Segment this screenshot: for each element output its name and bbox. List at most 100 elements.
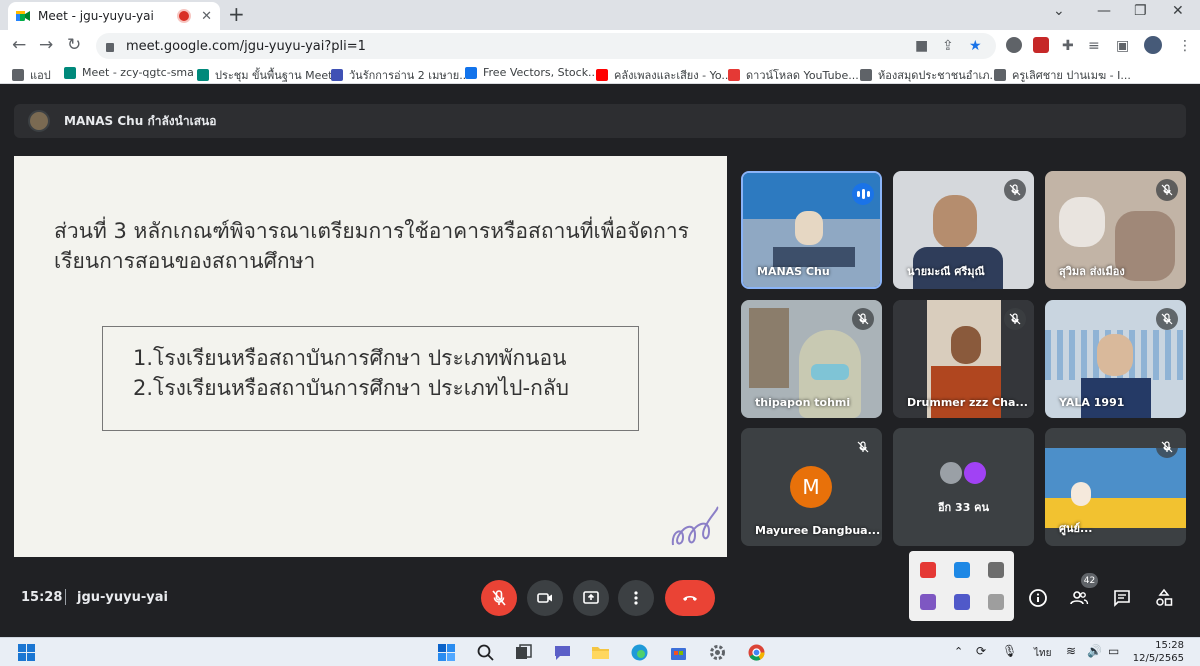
globe-icon [860, 69, 872, 81]
profile-avatar[interactable] [1144, 36, 1162, 54]
bookmark-label: ห้องสมุดประชาชนอำเภ... [878, 69, 1001, 82]
speaking-indicator-icon [852, 183, 874, 205]
more-vert-icon [634, 591, 638, 605]
task-view-icon[interactable] [514, 643, 533, 662]
leave-call-button[interactable] [665, 580, 715, 616]
input-language[interactable]: ไทย [1034, 646, 1051, 661]
mic-off-icon [1004, 179, 1026, 201]
slide-content-box: 1.โรงเรียนหรือสถาบันการศึกษา ประเภทพักนอ… [102, 326, 639, 431]
bookmark-label: วันรักการอ่าน 2 เมษาย... [349, 69, 470, 82]
bookmark-item[interactable]: ห้องสมุดประชาชนอำเภ... [860, 66, 1000, 84]
bookmark-star-icon[interactable]: ★ [969, 38, 982, 54]
minimize-button[interactable]: — [1097, 3, 1111, 19]
more-options-button[interactable] [618, 580, 654, 616]
sync-icon[interactable]: ⟳ [976, 644, 986, 658]
chat-icon[interactable] [553, 643, 572, 662]
tab-strip: Meet - jgu-yuyu-yai ✕ + ⌄ — ❐ ✕ [0, 0, 1200, 30]
presentation-slide: ส่วนที่ 3 หลักเกณฑ์พิจารณาเตรียมการใช้อา… [14, 156, 727, 557]
file-explorer-icon[interactable] [591, 643, 610, 662]
close-tab-icon[interactable]: ✕ [201, 9, 212, 24]
slide-item: 2.โรงเรียนหรือสถาบันการศึกษา ประเภทไป-กล… [133, 376, 569, 400]
meeting-code[interactable]: jgu-yuyu-yai [77, 590, 168, 605]
close-window-button[interactable]: ✕ [1172, 3, 1184, 19]
taskbar-date[interactable]: 12/5/2565 [1128, 653, 1184, 664]
participant-tile[interactable]: ศูนย์... [1045, 428, 1186, 546]
participant-tile[interactable]: นายมะณี ศรีมุณี [893, 171, 1034, 289]
battery-icon[interactable]: ▭ [1108, 644, 1119, 658]
participant-tile[interactable]: YALA 1991 [1045, 300, 1186, 418]
people-icon[interactable] [1069, 588, 1089, 608]
participant-tile[interactable]: Drummer zzz Cha... [893, 300, 1034, 418]
edge-browser-icon[interactable] [630, 643, 649, 662]
participant-name: สุวิมล ส่งเมือง [1059, 265, 1125, 278]
start-menu-icon[interactable] [437, 643, 456, 662]
participant-tile[interactable]: thipapon tohmi [741, 300, 882, 418]
bookmark-item[interactable]: Meet - zcy-qgtc-sma [64, 66, 194, 79]
camera-toggle-button[interactable] [527, 580, 563, 616]
back-button[interactable]: ← [12, 35, 26, 55]
participant-name: Drummer zzz Cha... [907, 396, 1028, 409]
freepik-icon [465, 66, 477, 79]
volume-icon[interactable]: 🔊 [1087, 644, 1102, 658]
more-participants-tile[interactable]: อีก 33 คน [893, 428, 1034, 546]
chat-icon[interactable] [1112, 588, 1132, 608]
microphone-toggle-button[interactable] [481, 580, 517, 616]
teams-icon[interactable] [954, 594, 970, 610]
participant-name: MANAS Chu [757, 265, 830, 278]
chrome-browser-icon[interactable] [747, 643, 766, 662]
bookmark-item[interactable]: แอป [12, 66, 51, 84]
bookmark-item[interactable]: คลังเพลงและเสียง - Yo... [596, 66, 732, 84]
search-icon[interactable] [476, 643, 495, 662]
new-tab-button[interactable]: + [228, 4, 245, 24]
menu-icon[interactable]: ⋮ [1178, 38, 1192, 54]
info-icon[interactable] [1028, 588, 1048, 608]
present-now-button[interactable] [573, 580, 609, 616]
participant-tile[interactable]: MANAS Chu [741, 171, 882, 289]
forward-button[interactable]: → [39, 35, 53, 55]
divider [65, 589, 66, 605]
bookmark-item[interactable]: วันรักการอ่าน 2 เมษาย... [331, 66, 470, 84]
share-icon[interactable]: ⇪ [942, 38, 954, 54]
bookmark-item[interactable]: ประชุม ขั้นพื้นฐาน Meet [197, 66, 332, 84]
show-hidden-icons-icon[interactable]: ⌃ [954, 645, 963, 658]
bookmark-item[interactable]: ครูเลิศชาย ปานเมฆ - I... [994, 66, 1131, 84]
mic-off-icon [1004, 308, 1026, 330]
app-icon[interactable] [954, 562, 970, 578]
microphone-tray-icon[interactable]: 🎙 [1002, 644, 1017, 658]
people-count-badge: 42 [1081, 573, 1098, 588]
mic-off-icon [1156, 179, 1178, 201]
extension-icon[interactable] [1033, 37, 1049, 53]
youtube-icon [596, 69, 608, 81]
tab-search-icon[interactable]: ⌄ [1053, 3, 1065, 19]
extensions-puzzle-icon[interactable]: ✚ [1062, 38, 1074, 54]
presenter-banner[interactable]: MANAS Chu กำลังนำเสนอ [14, 104, 1186, 138]
settings-gear-icon[interactable] [708, 643, 727, 662]
camera-in-use-icon[interactable]: ■ [915, 38, 928, 54]
wifi-icon[interactable]: ≋ [1066, 644, 1076, 658]
more-participants-label: อีก 33 คน [937, 501, 990, 514]
reload-button[interactable]: ↻ [67, 35, 81, 55]
bookmark-item[interactable]: ดาวน์โหลด YouTube... [728, 66, 859, 84]
pen-icon[interactable] [920, 594, 936, 610]
activities-icon[interactable] [1154, 588, 1174, 608]
drive-icon[interactable] [988, 594, 1004, 610]
bookmark-label: แอป [30, 69, 51, 82]
restore-button[interactable]: ❐ [1134, 3, 1147, 19]
browser-tab[interactable]: Meet - jgu-yuyu-yai ✕ [8, 2, 220, 30]
address-bar[interactable]: meet.google.com/jgu-yuyu-yai?pli=1 [96, 33, 996, 59]
media-control-icon[interactable]: ≡ [1088, 38, 1100, 54]
screen-capture-icon[interactable] [920, 562, 936, 578]
bookmark-label: Free Vectors, Stock... [483, 66, 599, 79]
url-text: meet.google.com/jgu-yuyu-yai?pli=1 [126, 38, 366, 54]
app-icon[interactable] [988, 562, 1004, 578]
windows-taskbar: ⌃ ⟳ 🎙 ไทย ≋ 🔊 ▭ 15:28 12/5/2565 [0, 637, 1200, 666]
taskbar-clock[interactable]: 15:28 [1136, 640, 1184, 651]
participant-tile[interactable]: สุวิมล ส่งเมือง [1045, 171, 1186, 289]
side-panel-icon[interactable]: ▣ [1116, 38, 1129, 54]
mic-off-icon [1156, 308, 1178, 330]
bookmark-item[interactable]: Free Vectors, Stock... [465, 66, 599, 79]
extension-icon[interactable] [1006, 37, 1022, 53]
participant-tile[interactable]: M Mayuree Dangbua... [741, 428, 882, 546]
store-icon[interactable] [669, 643, 688, 662]
windows-start-icon[interactable] [17, 643, 36, 662]
